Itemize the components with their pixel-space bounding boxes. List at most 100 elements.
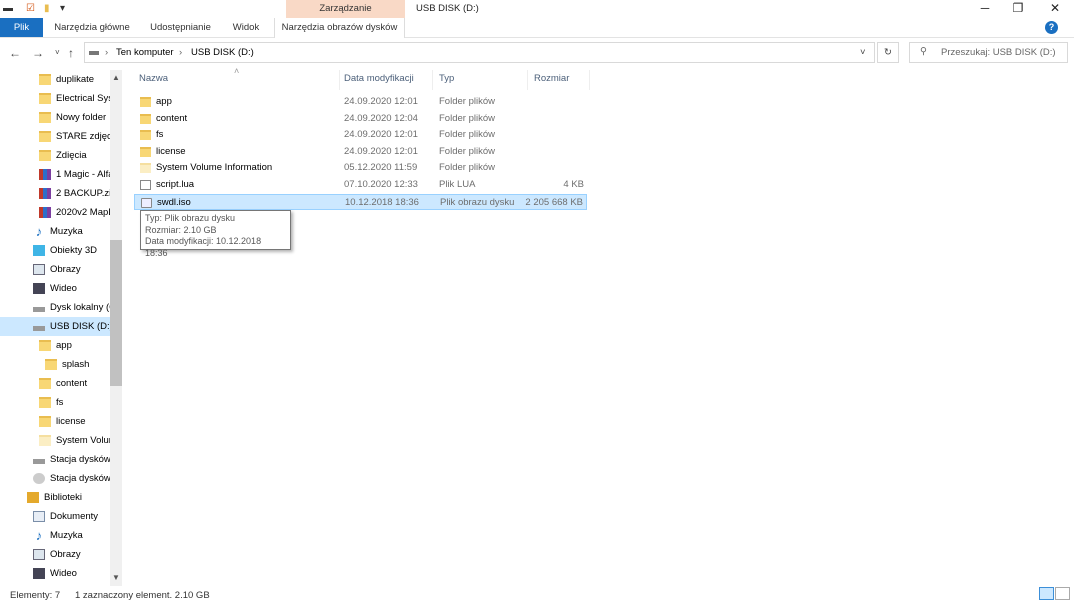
breadcrumb-this-pc[interactable]: Ten komputer <box>116 47 174 58</box>
column-divider[interactable] <box>589 70 590 90</box>
nav-item[interactable]: Dysk lokalny (C <box>0 298 110 317</box>
file-row[interactable]: fs 24.09.2020 12:01 Folder plików <box>134 127 587 143</box>
recent-locations-button[interactable]: ˅ <box>55 48 60 57</box>
column-header-size[interactable]: Rozmiar <box>534 73 569 84</box>
nav-item-label: Obiekty 3D <box>50 245 97 256</box>
nav-item[interactable]: duplikate <box>0 70 110 89</box>
nav-item[interactable]: STARE zdjęcia <box>0 127 110 146</box>
nav-item[interactable]: Obiekty 3D <box>0 241 110 260</box>
file-list: ˄ Nazwa Data modyfikacji Typ Rozmiar app… <box>134 66 1074 590</box>
quick-access-dropdown-icon[interactable]: ▾ <box>60 3 65 14</box>
close-button[interactable]: ✕ <box>1040 1 1070 15</box>
up-button[interactable]: ↑ <box>68 46 74 60</box>
column-divider[interactable] <box>339 70 340 90</box>
column-divider[interactable] <box>527 70 528 90</box>
file-type: Plik LUA <box>439 179 476 190</box>
search-input[interactable]: ⚲ Przeszukaj: USB DISK (D:) <box>909 42 1068 63</box>
file-row[interactable]: app 24.09.2020 12:01 Folder plików <box>134 94 587 110</box>
minimize-button[interactable]: ─ <box>970 1 1000 15</box>
scroll-down-icon[interactable]: ▼ <box>110 573 122 582</box>
drive-icon <box>33 325 45 331</box>
file-type: Plik obrazu dysku <box>440 196 515 208</box>
properties-icon[interactable]: ☑ <box>26 3 35 14</box>
nav-item[interactable]: Wideo <box>0 279 110 298</box>
back-button[interactable]: ← <box>9 46 21 60</box>
file-name: app <box>156 96 172 107</box>
nav-item[interactable]: splash <box>0 355 110 374</box>
nav-item[interactable]: ♪ Muzyka <box>0 526 110 545</box>
nav-item[interactable]: Stacja dysków <box>0 469 110 488</box>
nav-item[interactable]: fs <box>0 393 110 412</box>
new-folder-icon[interactable]: ▮ <box>44 3 50 14</box>
pic-icon <box>33 263 45 275</box>
column-header-type[interactable]: Typ <box>439 73 454 84</box>
address-dropdown-icon[interactable]: ˅ <box>860 47 866 58</box>
nav-item-label: app <box>56 340 72 351</box>
nav-item-label: fs <box>56 397 64 408</box>
nav-item[interactable]: System Volun <box>0 431 110 450</box>
nav-item[interactable]: Dokumenty <box>0 507 110 526</box>
folder-icon <box>39 339 51 351</box>
tab-disk-image-tools[interactable]: Narzędzia obrazów dysków <box>274 18 405 38</box>
nav-item[interactable]: Biblioteki <box>0 488 110 507</box>
nav-scrollbar-thumb[interactable] <box>110 240 122 386</box>
tab-view[interactable]: Widok <box>226 18 266 37</box>
file-type: Folder plików <box>439 112 495 124</box>
nav-item-label: license <box>56 416 86 427</box>
tooltip-size: Rozmiar: 2.10 GB <box>145 224 217 235</box>
nav-item-label: Stacja dysków <box>50 454 110 465</box>
details-view-button[interactable] <box>1039 587 1054 600</box>
restore-button[interactable]: ❐ <box>1003 1 1033 15</box>
nav-item[interactable]: ♪ Muzyka <box>0 222 110 241</box>
status-bar: Elementy: 7 1 zaznaczony element. 2.10 G… <box>0 586 1074 604</box>
vid-icon <box>33 282 45 294</box>
file-name: script.lua <box>156 179 195 190</box>
refresh-button[interactable]: ↻ <box>877 42 899 63</box>
nav-item[interactable]: Electrical Syst <box>0 89 110 108</box>
tab-share[interactable]: Udostępnianie <box>143 18 218 37</box>
nav-item[interactable]: Stacja dysków <box>0 450 110 469</box>
file-date: 05.12.2020 11:59 <box>344 162 418 174</box>
breadcrumb-separator: › <box>179 47 183 58</box>
tab-file[interactable]: Plik <box>0 18 43 37</box>
nav-item[interactable]: license <box>0 412 110 431</box>
nav-item[interactable]: 1 Magic - Alfa <box>0 165 110 184</box>
nav-item[interactable]: 2020v2 MapD <box>0 203 110 222</box>
address-bar[interactable]: › Ten komputer › USB DISK (D:) ˅ <box>84 42 875 63</box>
file-row[interactable]: swdl.iso 10.12.2018 18:36 Plik obrazu dysk… <box>134 193 587 210</box>
breadcrumb-usb-disk[interactable]: USB DISK (D:) <box>191 47 254 58</box>
file-row[interactable]: content 24.09.2020 12:04 Folder plików <box>134 111 587 127</box>
nav-item[interactable]: Nowy folder <box>0 108 110 127</box>
file-row[interactable]: System Volume Information 05.12.2020 11:5… <box>134 160 587 176</box>
column-header-name[interactable]: Nazwa <box>139 73 168 84</box>
nav-item-label: Biblioteki <box>44 492 83 503</box>
file-row[interactable]: script.lua 07.10.2020 12:33 Plik LUA 4 KB <box>134 177 587 193</box>
scroll-up-icon[interactable]: ▲ <box>110 73 122 82</box>
forward-button[interactable]: → <box>32 46 44 60</box>
file-date: 10.12.2018 18:36 <box>345 196 419 208</box>
file-size: 4 KB <box>563 179 584 190</box>
large-icons-view-button[interactable] <box>1055 587 1070 600</box>
file-row[interactable]: license 24.09.2020 12:01 Folder plików <box>134 144 587 160</box>
nav-item-label: System Volun <box>56 435 110 446</box>
nav-item[interactable]: app <box>0 336 110 355</box>
nav-item[interactable]: content <box>0 374 110 393</box>
tooltip-date: Data modyfikacji: 10.12.2018 18:36 <box>145 236 262 258</box>
nav-item-label: Obrazy <box>50 549 81 560</box>
help-icon[interactable]: ? <box>1045 21 1058 34</box>
nav-item[interactable]: USB DISK (D:) <box>0 317 110 336</box>
nav-item[interactable]: Obrazy <box>0 545 110 564</box>
nav-item[interactable]: Zdięcia <box>0 146 110 165</box>
folder-icon <box>39 415 51 427</box>
nav-item[interactable]: Wideo <box>0 564 110 583</box>
nav-item[interactable]: Obrazy <box>0 260 110 279</box>
nav-item[interactable]: 2 BACKUP.zip <box>0 184 110 203</box>
tab-home[interactable]: Narzędzia główne <box>50 18 134 37</box>
column-divider[interactable] <box>432 70 433 90</box>
nav-item-label: Nowy folder <box>56 112 107 123</box>
file-icon <box>140 180 151 190</box>
folder-icon <box>140 113 151 124</box>
file-date: 24.09.2020 12:01 <box>344 145 418 157</box>
folder-icon <box>39 377 51 389</box>
column-header-date[interactable]: Data modyfikacji <box>344 73 414 84</box>
